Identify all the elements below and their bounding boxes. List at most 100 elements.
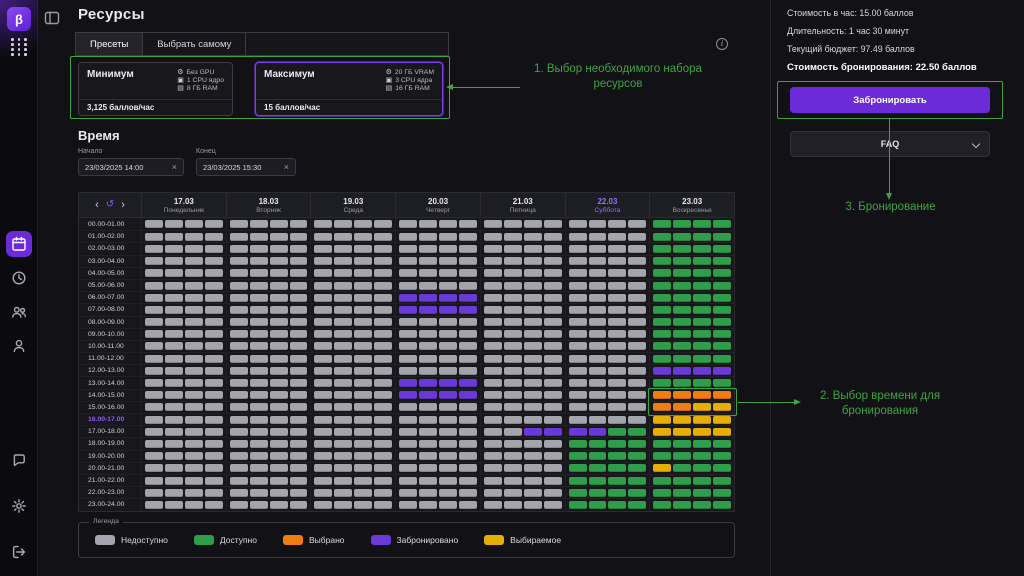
schedule-cell[interactable] bbox=[310, 231, 395, 242]
schedule-cell[interactable] bbox=[395, 292, 480, 303]
schedule-cell[interactable] bbox=[649, 451, 734, 462]
schedule-cell[interactable] bbox=[310, 438, 395, 449]
sidebar-item-support[interactable] bbox=[6, 447, 32, 473]
schedule-cell[interactable] bbox=[226, 341, 311, 352]
schedule-cell[interactable] bbox=[395, 353, 480, 364]
schedule-cell[interactable] bbox=[141, 499, 226, 510]
schedule-cell[interactable] bbox=[395, 256, 480, 267]
next-week-button[interactable]: › bbox=[121, 200, 125, 211]
schedule-cell[interactable] bbox=[226, 353, 311, 364]
schedule-cell[interactable] bbox=[649, 292, 734, 303]
schedule-cell[interactable] bbox=[565, 280, 650, 291]
clear-start-icon[interactable]: × bbox=[172, 162, 177, 172]
schedule-cell[interactable] bbox=[649, 487, 734, 498]
schedule-cell[interactable] bbox=[226, 402, 311, 413]
schedule-cell[interactable] bbox=[480, 426, 565, 437]
schedule-cell[interactable] bbox=[395, 231, 480, 242]
schedule-cell[interactable] bbox=[565, 353, 650, 364]
reset-week-icon[interactable]: ↺ bbox=[106, 200, 114, 210]
apps-grid-icon[interactable] bbox=[11, 38, 28, 56]
preset-card-min[interactable]: Минимум⚙Без GPU▣1 CPU ядро▤8 ГБ RAM3,125… bbox=[78, 62, 233, 116]
schedule-cell[interactable] bbox=[226, 218, 311, 230]
schedule-cell[interactable] bbox=[649, 231, 734, 242]
schedule-cell[interactable] bbox=[395, 377, 480, 388]
schedule-cell[interactable] bbox=[310, 317, 395, 328]
schedule-cell[interactable] bbox=[395, 463, 480, 474]
schedule-cell[interactable] bbox=[480, 341, 565, 352]
schedule-cell[interactable] bbox=[226, 487, 311, 498]
book-button[interactable]: Забронировать bbox=[790, 87, 990, 113]
schedule-cell[interactable] bbox=[395, 475, 480, 486]
schedule-cell[interactable] bbox=[480, 402, 565, 413]
schedule-cell[interactable] bbox=[480, 438, 565, 449]
schedule-cell[interactable] bbox=[310, 463, 395, 474]
sidebar-item-settings[interactable] bbox=[6, 493, 32, 519]
schedule-cell[interactable] bbox=[565, 402, 650, 413]
schedule-cell[interactable] bbox=[226, 451, 311, 462]
schedule-cell[interactable] bbox=[480, 377, 565, 388]
prev-week-button[interactable]: ‹ bbox=[95, 200, 99, 211]
sidebar-toggle-icon[interactable] bbox=[44, 10, 60, 26]
sidebar-item-profile[interactable] bbox=[6, 333, 32, 359]
schedule-cell[interactable] bbox=[141, 317, 226, 328]
schedule-cell[interactable] bbox=[310, 292, 395, 303]
schedule-cell[interactable] bbox=[565, 438, 650, 449]
sidebar-item-logout[interactable] bbox=[6, 539, 32, 565]
schedule-cell[interactable] bbox=[480, 280, 565, 291]
schedule-cell[interactable] bbox=[649, 426, 734, 437]
schedule-cell[interactable] bbox=[395, 414, 480, 425]
schedule-cell[interactable] bbox=[226, 475, 311, 486]
schedule-cell[interactable] bbox=[226, 243, 311, 254]
schedule-cell[interactable] bbox=[395, 402, 480, 413]
schedule-cell[interactable] bbox=[310, 365, 395, 376]
preset-card-max[interactable]: Максимум⚙20 ГБ VRAM▣3 CPU ядра▤16 ГБ RAM… bbox=[255, 62, 443, 116]
schedule-cell[interactable] bbox=[141, 438, 226, 449]
schedule-cell[interactable] bbox=[141, 292, 226, 303]
schedule-cell[interactable] bbox=[565, 292, 650, 303]
schedule-cell[interactable] bbox=[395, 487, 480, 498]
schedule-cell[interactable] bbox=[649, 341, 734, 352]
schedule-cell[interactable] bbox=[565, 268, 650, 279]
tab-presets[interactable]: Пресеты bbox=[76, 33, 143, 55]
schedule-cell[interactable] bbox=[226, 231, 311, 242]
schedule-cell[interactable] bbox=[480, 487, 565, 498]
schedule-cell[interactable] bbox=[141, 231, 226, 242]
schedule-cell[interactable] bbox=[310, 487, 395, 498]
schedule-cell[interactable] bbox=[395, 341, 480, 352]
schedule-cell[interactable] bbox=[310, 353, 395, 364]
schedule-cell[interactable] bbox=[565, 390, 650, 401]
schedule-cell[interactable] bbox=[480, 499, 565, 510]
schedule-cell[interactable] bbox=[141, 475, 226, 486]
schedule-cell[interactable] bbox=[565, 341, 650, 352]
schedule-cell[interactable] bbox=[395, 451, 480, 462]
info-icon[interactable]: i bbox=[716, 38, 728, 50]
schedule-cell[interactable] bbox=[395, 365, 480, 376]
schedule-cell[interactable] bbox=[226, 499, 311, 510]
schedule-cell[interactable] bbox=[565, 451, 650, 462]
schedule-cell[interactable] bbox=[480, 451, 565, 462]
schedule-cell[interactable] bbox=[141, 341, 226, 352]
schedule-cell[interactable] bbox=[480, 256, 565, 267]
schedule-cell[interactable] bbox=[310, 390, 395, 401]
schedule-cell[interactable] bbox=[565, 377, 650, 388]
schedule-cell[interactable] bbox=[649, 377, 734, 388]
schedule-cell[interactable] bbox=[480, 317, 565, 328]
schedule-cell[interactable] bbox=[649, 353, 734, 364]
schedule-cell[interactable] bbox=[480, 353, 565, 364]
schedule-cell[interactable] bbox=[649, 304, 734, 315]
schedule-cell[interactable] bbox=[480, 231, 565, 242]
schedule-cell[interactable] bbox=[226, 317, 311, 328]
schedule-cell[interactable] bbox=[565, 231, 650, 242]
schedule-cell[interactable] bbox=[649, 499, 734, 510]
schedule-cell[interactable] bbox=[310, 256, 395, 267]
schedule-cell[interactable] bbox=[395, 438, 480, 449]
schedule-cell[interactable] bbox=[226, 365, 311, 376]
schedule-cell[interactable] bbox=[141, 268, 226, 279]
schedule-cell[interactable] bbox=[310, 218, 395, 230]
schedule-cell[interactable] bbox=[141, 487, 226, 498]
schedule-cell[interactable] bbox=[649, 390, 734, 401]
schedule-cell[interactable] bbox=[565, 475, 650, 486]
schedule-cell[interactable] bbox=[395, 304, 480, 315]
schedule-cell[interactable] bbox=[649, 317, 734, 328]
sidebar-item-history[interactable] bbox=[6, 265, 32, 291]
